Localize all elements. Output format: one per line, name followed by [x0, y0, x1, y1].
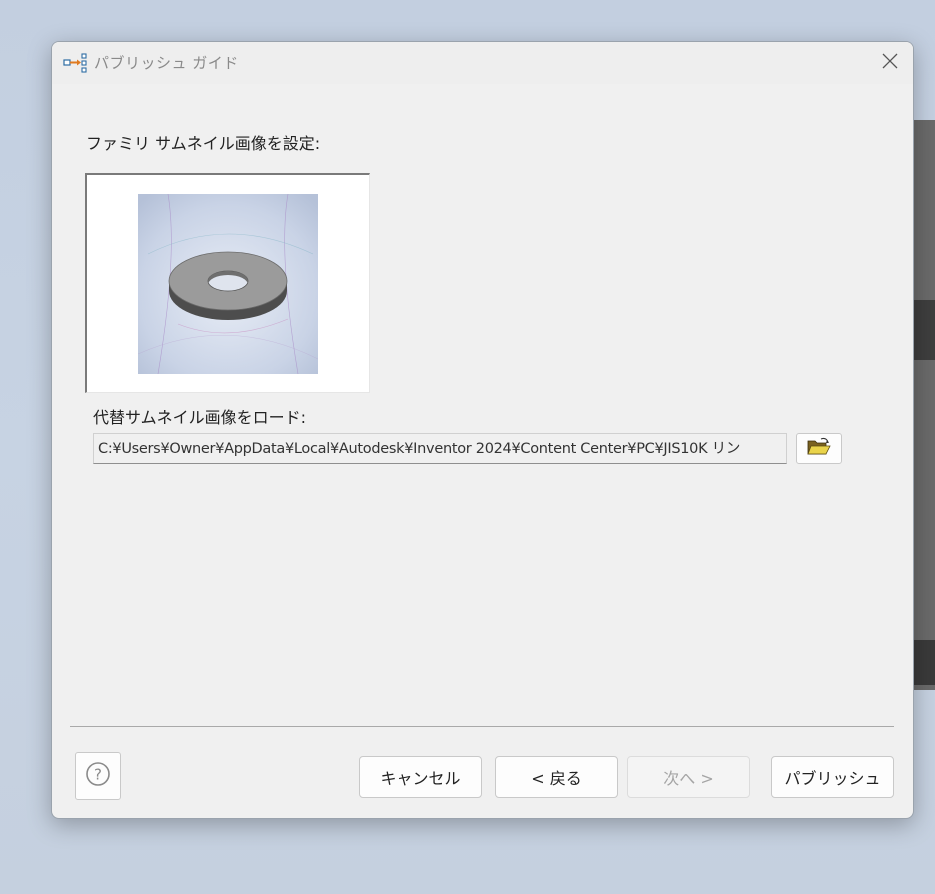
alternate-thumbnail-label: 代替サムネイル画像をロード: — [93, 408, 307, 427]
browse-button[interactable] — [796, 433, 842, 464]
publish-guide-dialog: パブリッシュ ガイド ファミリ サムネイル画像を設定: 代替サムネイル画像をロー… — [51, 41, 914, 819]
washer-thumbnail-image — [137, 193, 319, 375]
footer-divider — [70, 726, 894, 727]
folder-open-icon — [807, 437, 831, 461]
back-button[interactable]: < 戻る — [495, 756, 618, 798]
background-model-shadow-lower — [912, 640, 935, 685]
publish-guide-icon — [63, 53, 89, 73]
background-model-edge — [912, 120, 935, 690]
thumbnail-preview — [85, 173, 370, 393]
title-bar: パブリッシュ ガイド — [52, 42, 913, 84]
thumbnail-path-field[interactable]: C:¥Users¥Owner¥AppData¥Local¥Autodesk¥In… — [93, 433, 787, 464]
family-thumbnail-label: ファミリ サムネイル画像を設定: — [86, 134, 321, 153]
question-icon: ? — [85, 761, 111, 791]
window-title: パブリッシュ ガイド — [94, 54, 239, 72]
cancel-button[interactable]: キャンセル — [359, 756, 482, 798]
background-model-shadow — [912, 300, 935, 360]
close-button[interactable] — [867, 42, 913, 84]
next-button[interactable]: 次へ > — [627, 756, 750, 798]
publish-button[interactable]: パブリッシュ — [771, 756, 894, 798]
svg-text:?: ? — [94, 766, 102, 784]
help-button[interactable]: ? — [75, 752, 121, 800]
close-icon — [881, 52, 899, 74]
